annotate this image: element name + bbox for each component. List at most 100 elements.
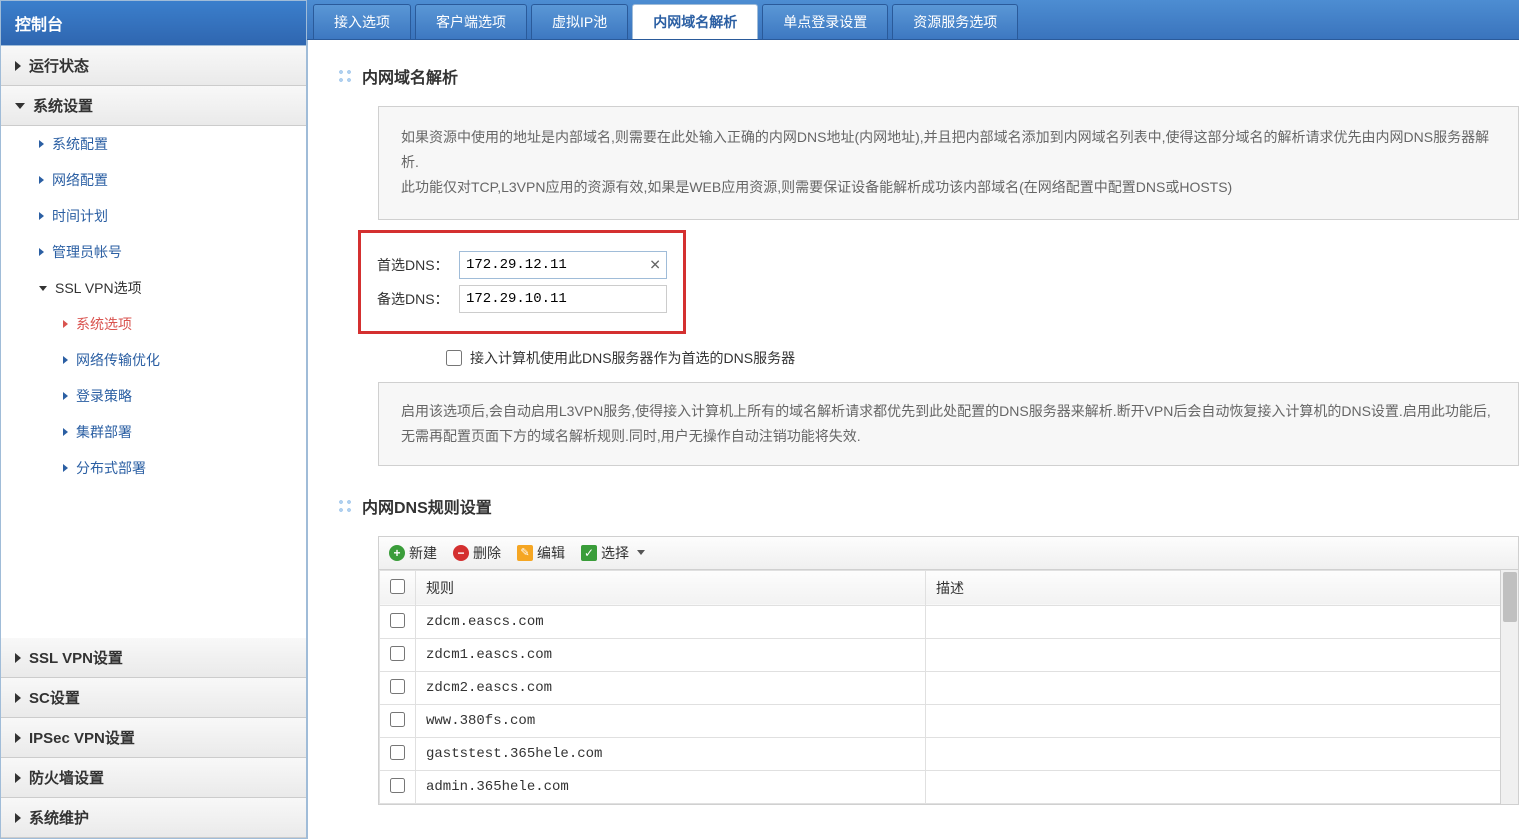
row-description [926,605,1518,638]
rules-table-wrap: 规则 描述 zdcm.eascs.comzdcm1.eascs.comzdcm2… [379,570,1518,804]
table-row[interactable]: admin.365hele.com [380,770,1518,803]
select-button[interactable]: 选择 [581,543,645,563]
table-row[interactable]: zdcm2.eascs.com [380,671,1518,704]
nav-section-label: 运行状态 [29,55,89,76]
dns-preferred-checkbox[interactable] [446,350,462,366]
nav-section-sc-settings[interactable]: SC设置 [1,678,306,718]
nav-items: 系统配置 网络配置 时间计划 管理员帐号 SSL VPN选项 系统选项 网络传输… [1,126,306,486]
row-checkbox[interactable] [390,679,405,694]
row-checkbox[interactable] [390,712,405,727]
row-description [926,737,1518,770]
header-rule: 规则 [416,570,926,605]
primary-dns-wrap: ✕ [459,251,667,279]
sidebar-spacer [1,486,306,638]
row-checkbox[interactable] [390,778,405,793]
add-button[interactable]: 新建 [389,543,437,563]
tab-client-options[interactable]: 客户端选项 [415,4,527,39]
nav-item-admin-accounts[interactable]: 管理员帐号 [1,234,306,270]
nav-section-firewall-settings[interactable]: 防火墙设置 [1,758,306,798]
nav-section-system-settings[interactable]: 系统设置 [1,86,306,126]
nav-section-label: 防火墙设置 [29,767,104,788]
chevron-right-icon [15,773,21,783]
chevron-right-icon [15,813,21,823]
nav-subitem-network-optimization[interactable]: 网络传输优化 [1,342,306,378]
nav-section-label: 系统维护 [29,807,89,828]
tab-virtual-ip-pool[interactable]: 虚拟IP池 [531,4,628,39]
select-icon [581,545,597,561]
secondary-dns-input[interactable] [459,285,667,313]
nav-subitem-cluster-deployment[interactable]: 集群部署 [1,414,306,450]
row-rule: zdcm2.eascs.com [416,671,926,704]
row-checkbox-cell [380,671,416,704]
dns-checkbox-label: 接入计算机使用此DNS服务器作为首选的DNS服务器 [470,348,795,368]
primary-dns-row: 首选DNS： ✕ [377,251,667,279]
dns-highlight-box: 首选DNS： ✕ 备选DNS： [358,230,686,334]
primary-dns-label: 首选DNS： [377,255,459,275]
select-all-checkbox[interactable] [390,579,405,594]
chevron-right-icon [15,61,21,71]
info-block-1: 如果资源中使用的地址是内部域名,则需要在此处输入正确的内网DNS地址(内网地址)… [378,106,1519,220]
table-row[interactable]: zdcm1.eascs.com [380,638,1518,671]
row-checkbox-cell [380,605,416,638]
rules-toolbar: 新建 删除 编辑 选择 [379,537,1518,570]
secondary-dns-label: 备选DNS： [377,289,459,309]
row-rule: admin.365hele.com [416,770,926,803]
row-checkbox-cell [380,737,416,770]
row-checkbox[interactable] [390,646,405,661]
nav-section-running-status[interactable]: 运行状态 [1,46,306,86]
row-checkbox-cell [380,704,416,737]
nav-subitem-system-options[interactable]: 系统选项 [1,306,306,342]
row-checkbox-cell [380,638,416,671]
add-icon [389,545,405,561]
main: 接入选项 客户端选项 虚拟IP池 内网域名解析 单点登录设置 资源服务选项 内网… [307,0,1519,839]
row-checkbox[interactable] [390,745,405,760]
delete-button[interactable]: 删除 [453,543,501,563]
table-row[interactable]: www.380fs.com [380,704,1518,737]
info-text-1: 如果资源中使用的地址是内部域名,则需要在此处输入正确的内网DNS地址(内网地址)… [401,129,1489,195]
row-checkbox-cell [380,770,416,803]
dns-checkbox-row: 接入计算机使用此DNS服务器作为首选的DNS服务器 [446,348,1519,368]
row-rule: www.380fs.com [416,704,926,737]
edit-icon [517,545,533,561]
row-rule: gaststest.365hele.com [416,737,926,770]
nav-subitem-login-policy[interactable]: 登录策略 [1,378,306,414]
tab-intranet-dns[interactable]: 内网域名解析 [632,4,758,39]
info-block-2: 启用该选项后,会自动启用L3VPN服务,使得接入计算机上所有的域名解析请求都优先… [378,382,1519,466]
tabs-bar: 接入选项 客户端选项 虚拟IP池 内网域名解析 单点登录设置 资源服务选项 [307,0,1519,40]
nav-section-ssl-vpn-settings[interactable]: SSL VPN设置 [1,638,306,678]
nav-section-label: SC设置 [29,687,80,708]
chevron-down-icon [15,103,25,109]
nav-section-label: IPSec VPN设置 [29,727,135,748]
table-row[interactable]: zdcm.eascs.com [380,605,1518,638]
row-rule: zdcm1.eascs.com [416,638,926,671]
tab-access-options[interactable]: 接入选项 [313,4,411,39]
clear-icon[interactable]: ✕ [649,256,661,273]
tab-sso-settings[interactable]: 单点登录设置 [762,4,888,39]
rules-table: 规则 描述 zdcm.eascs.comzdcm1.eascs.comzdcm2… [379,570,1518,804]
nav-item-system-config[interactable]: 系统配置 [1,126,306,162]
nav-item-schedule[interactable]: 时间计划 [1,198,306,234]
scrollbar-track[interactable] [1500,570,1518,804]
nav-section-system-maintenance[interactable]: 系统维护 [1,798,306,838]
chevron-right-icon [15,653,21,663]
nav-subitem-distributed-deployment[interactable]: 分布式部署 [1,450,306,486]
row-checkbox[interactable] [390,613,405,628]
sidebar-title: 控制台 [1,1,306,46]
tab-resource-service[interactable]: 资源服务选项 [892,4,1018,39]
header-checkbox [380,570,416,605]
table-row[interactable]: gaststest.365hele.com [380,737,1518,770]
delete-icon [453,545,469,561]
nav-item-ssl-vpn-options[interactable]: SSL VPN选项 [1,270,306,306]
chevron-right-icon [15,693,21,703]
row-description [926,671,1518,704]
nav-item-network-config[interactable]: 网络配置 [1,162,306,198]
row-description [926,770,1518,803]
edit-button[interactable]: 编辑 [517,543,565,563]
nav-section-ipsec-vpn-settings[interactable]: IPSec VPN设置 [1,718,306,758]
nav-section-label: 系统设置 [33,95,93,116]
row-rule: zdcm.eascs.com [416,605,926,638]
primary-dns-input[interactable] [459,251,667,279]
section-heading-rules: 内网DNS规则设置 [338,494,1519,518]
scrollbar-thumb[interactable] [1503,572,1517,622]
info-text-2: 启用该选项后,会自动启用L3VPN服务,使得接入计算机上所有的域名解析请求都优先… [401,403,1491,444]
